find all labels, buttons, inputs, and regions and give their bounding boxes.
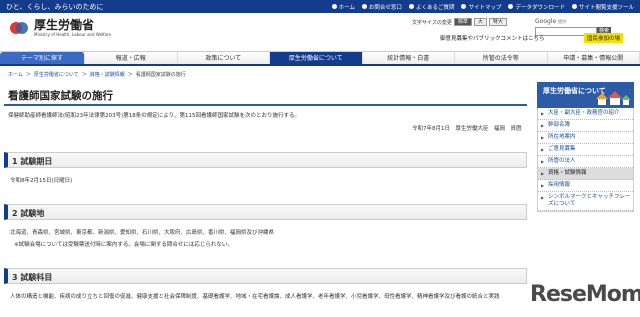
- utility-links: ホーム お問合せ窓口 よくあるご質問 サイトマップ データダウンロード サイト閲…: [331, 3, 634, 11]
- nav-policy[interactable]: 政策について: [177, 52, 270, 64]
- resemom-watermark: ReseMom.: [530, 282, 640, 307]
- font-size-xlarge-button[interactable]: 特大: [488, 18, 507, 26]
- sidebar-item-location[interactable]: 所在地案内: [538, 132, 633, 144]
- sitemap-icon: [461, 4, 467, 9]
- home-link[interactable]: ホーム: [331, 3, 355, 11]
- sidebar-list: 大臣・副大臣・政務官の紹介 幹部名簿 所在地案内 ご意見募集 所管の法人 資格・…: [537, 108, 634, 212]
- contact-link[interactable]: お問合せ窓口: [361, 3, 402, 11]
- page-title: 看護師国家試験の施行: [8, 90, 113, 102]
- font-size-switcher: 文字サイズの変更 標準 大 特大: [412, 18, 507, 26]
- page-title-bar: 看護師国家試験の施行: [4, 82, 527, 106]
- nav-statistics[interactable]: 統計情報・白書: [362, 52, 455, 64]
- breadcrumb-exams[interactable]: 資格・試験情報: [90, 71, 125, 78]
- logo-subtitle: Ministry of Health, Labour and Welfare: [34, 32, 112, 37]
- download-link[interactable]: データダウンロード: [508, 3, 565, 11]
- section-heading-date: 1 試験期日: [4, 152, 527, 168]
- site-logo[interactable]: 厚生労働省 Ministry of Health, Labour and Wel…: [8, 17, 111, 39]
- sidebar-heading[interactable]: 厚生労働省について: [537, 82, 634, 108]
- sidebar-item-corporations[interactable]: 所管の法人: [538, 156, 633, 168]
- sidebar: 厚生労働省について 大臣・副大臣・政務官の紹介 幹部名簿 所在地案内 ご意見募集…: [537, 82, 634, 212]
- sidebar-item-executives[interactable]: 幹部名簿: [538, 120, 633, 132]
- google-logo: Google: [535, 18, 557, 25]
- accessibility-link[interactable]: サイト閲覧支援ツール: [571, 3, 634, 11]
- sidebar-item-symbol[interactable]: シンボルマークとキャッチフレーズについて: [538, 192, 633, 211]
- public-comment-banner[interactable]: 御意見募集やパブリックコメントはこちら: [440, 34, 545, 42]
- site-tagline: ひと、くらし、みらいのために: [6, 2, 104, 11]
- home-icon: [331, 4, 337, 9]
- section-body-subjects: 人体の構造と機能、疾病の成り立ちと回復の促進、健康支援と社会保障制度、基礎看護学…: [10, 294, 500, 300]
- intro-text: 保健師助産師看護師法(昭和23年法律第203号)第18条の規定により、第115回…: [8, 113, 300, 119]
- nav-press[interactable]: 報道・広報: [85, 52, 178, 64]
- search-provider-note: 提供: [558, 18, 567, 24]
- font-size-large-button[interactable]: 大: [473, 18, 487, 26]
- section-note-location: ※試験会場については受験票送付時に案内する。会場に関する問合せには応じられない。: [14, 242, 233, 248]
- mhlw-logo-icon: [8, 17, 30, 39]
- font-size-label: 文字サイズの変更: [412, 19, 452, 26]
- nav-applications[interactable]: 申請・募集・情報公開: [547, 52, 640, 64]
- public-participation-button[interactable]: 国民参加の場: [584, 33, 624, 43]
- sidebar-item-exams[interactable]: 資格・試験情報: [538, 168, 633, 180]
- section-heading-location: 2 試験地: [4, 204, 527, 220]
- global-nav: テーマ別に探す 報道・広報 政策について 厚生労働省について 統計情報・白書 所…: [0, 51, 640, 66]
- site-search: Google 提供: [535, 18, 568, 25]
- breadcrumb: ホーム＞ 厚生労働省について＞ 資格・試験情報＞ 看護師国家試験の施行: [8, 71, 186, 78]
- breadcrumb-current: 看護師国家試験の施行: [135, 72, 186, 78]
- sidebar-item-recruit[interactable]: 採用情報: [538, 180, 633, 192]
- download-icon: [508, 4, 514, 9]
- nav-laws[interactable]: 所管の法令等: [455, 52, 548, 64]
- sitemap-link[interactable]: サイトマップ: [461, 3, 501, 11]
- breadcrumb-about[interactable]: 厚生労働省について: [34, 71, 79, 78]
- logo-title: 厚生労働省: [34, 18, 95, 32]
- faq-link[interactable]: よくあるご質問: [408, 3, 454, 11]
- houses-icon: [596, 91, 631, 105]
- section-body-location: 北海道、青森県、宮城県、東京都、新潟県、愛知県、石川県、大阪府、広島県、香川県、…: [10, 230, 275, 236]
- nav-theme-search[interactable]: テーマ別に探す: [0, 52, 85, 64]
- sidebar-item-ministers[interactable]: 大臣・副大臣・政務官の紹介: [538, 108, 633, 120]
- signature: 令和7年8月1日 厚生労働大臣 福岡 資麿: [412, 126, 522, 132]
- section-body-date: 令和8年2月15日(日曜日): [10, 178, 73, 184]
- breadcrumb-home[interactable]: ホーム: [8, 71, 23, 78]
- question-icon: [408, 4, 414, 9]
- nav-about[interactable]: 厚生労働省について: [270, 52, 363, 64]
- top-bar: ひと、くらし、みらいのために ホーム お問合せ窓口 よくあるご質問 サイトマップ…: [0, 0, 640, 13]
- font-size-standard-button[interactable]: 標準: [453, 18, 472, 26]
- section-heading-subjects: 3 試験科目: [4, 268, 527, 284]
- main-content: 保健師助産師看護師法(昭和23年法律第203号)第18条の規定により、第115回…: [4, 107, 527, 300]
- sidebar-item-comments[interactable]: ご意見募集: [538, 144, 633, 156]
- site-header: 厚生労働省 Ministry of Health, Labour and Wel…: [0, 13, 640, 47]
- accessibility-icon: [571, 4, 577, 9]
- mail-icon: [361, 4, 367, 9]
